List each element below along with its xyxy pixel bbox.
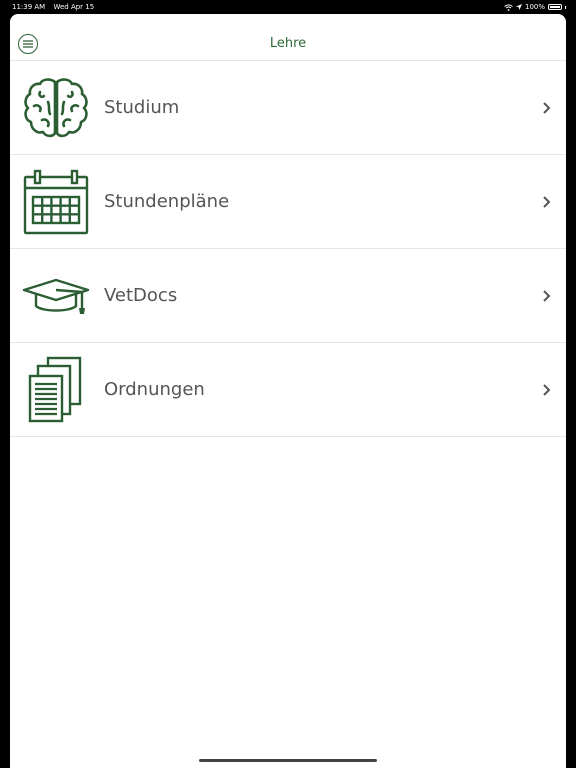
chevron-right-icon <box>543 290 551 302</box>
list-item-label: Ordnungen <box>104 379 205 400</box>
home-indicator[interactable] <box>199 759 377 762</box>
page-title: Lehre <box>269 36 307 51</box>
status-time: 11:39 AM <box>12 3 46 11</box>
battery-nub <box>565 5 566 9</box>
list-item-ordnungen[interactable]: Ordnungen <box>10 343 566 437</box>
battery-icon <box>548 4 562 10</box>
list-item-vetdocs[interactable]: VetDocs <box>10 249 566 343</box>
graduation-cap-icon <box>22 278 90 314</box>
status-date: Wed Apr 15 <box>53 3 95 11</box>
list-item-label: Studium <box>104 97 180 118</box>
chevron-right-icon <box>543 102 551 114</box>
chevron-right-icon <box>543 384 551 396</box>
list-item-label: VetDocs <box>104 285 178 306</box>
brain-icon <box>24 78 88 138</box>
navigation-bar: Lehre <box>10 14 566 61</box>
list-item-stundenplaene[interactable]: Stundenpläne <box>10 155 566 249</box>
wifi-icon <box>504 3 513 11</box>
list-item-label: Stundenpläne <box>104 191 230 212</box>
documents-icon <box>28 356 82 423</box>
location-arrow-icon <box>515 4 522 10</box>
battery-percentage: 100% <box>524 3 545 11</box>
status-bar: 11:39 AM Wed Apr 15 100% <box>0 0 576 14</box>
list-item-studium[interactable]: Studium <box>10 61 566 155</box>
app-sheet: Lehre Studium Stundenpläne VetDocs Ordnu… <box>10 14 566 768</box>
calendar-icon <box>23 169 89 235</box>
chevron-right-icon <box>543 196 551 208</box>
